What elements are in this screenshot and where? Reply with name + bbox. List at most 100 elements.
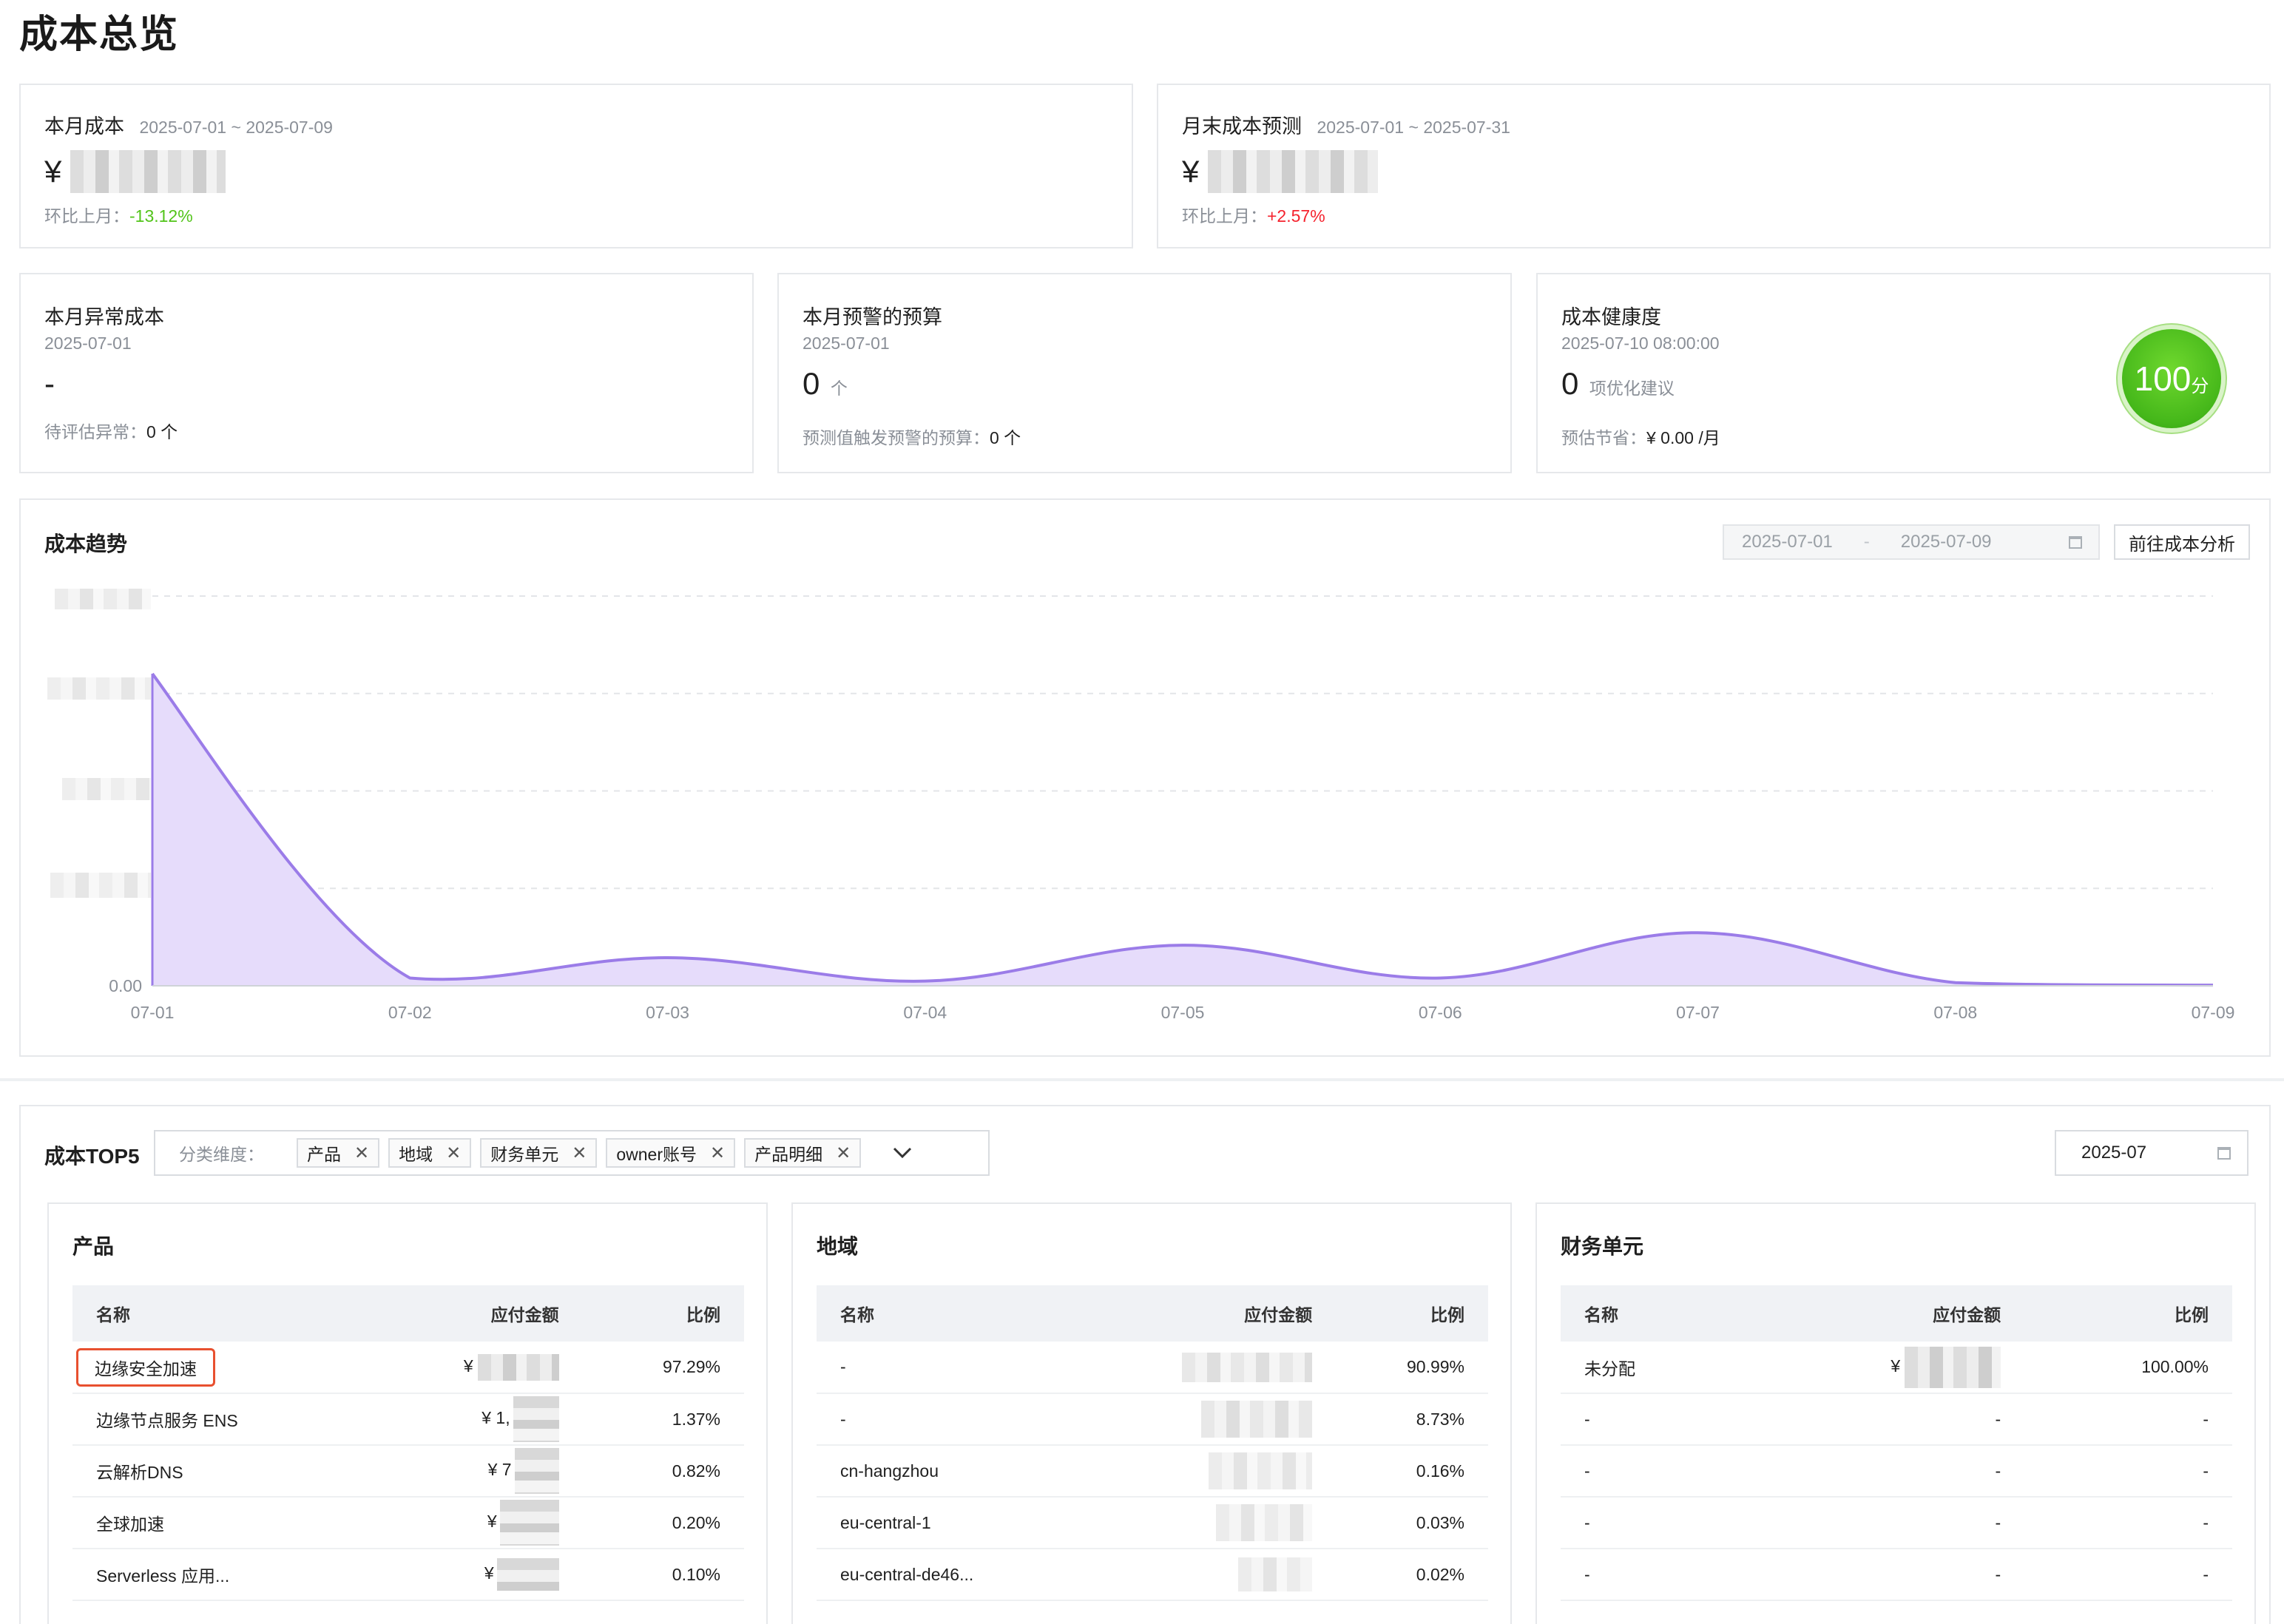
filter-tag-product[interactable]: 产品 ✕ <box>297 1138 380 1168</box>
table-row[interactable]: 边缘节点服务 ENS ¥ 1, 1.37% <box>72 1393 744 1446</box>
month-cost-redacted <box>70 150 226 193</box>
month-picker[interactable]: 2025-07 <box>2055 1130 2248 1176</box>
month-cost-currency: ¥ <box>44 154 62 189</box>
chevron-down-icon[interactable] <box>892 1146 913 1160</box>
table-row[interactable]: - - - <box>1561 1549 2232 1601</box>
amount-redacted <box>1209 1452 1313 1489</box>
x-tick-label: 07-03 <box>646 1003 689 1022</box>
health-title: 成本健康度 <box>1561 306 1661 328</box>
col-header-name: 名称 <box>72 1285 364 1342</box>
table-row[interactable]: - 8.73% <box>817 1393 1488 1446</box>
close-icon[interactable]: ✕ <box>572 1143 587 1164</box>
col-header-amount: 应付金额 <box>1078 1285 1337 1342</box>
region-name: - <box>817 1393 1079 1446</box>
budget-card: 本月预警的预算 2025-07-01 0 个 预测值触发预警的预算：0 个 <box>777 273 1512 473</box>
region-table: 名称 应付金额 比例 - 90.99% - 8.73% cn-hangzhou … <box>817 1285 1488 1601</box>
close-icon[interactable]: ✕ <box>446 1143 461 1164</box>
budget-unit: 个 <box>830 379 848 398</box>
table-row[interactable]: - - - <box>1561 1445 2232 1498</box>
ratio-cell: - <box>2024 1393 2232 1446</box>
trend-chart: 0.00 07-01 07-02 07-03 07-04 07-05 07-06 07-07 0… <box>109 595 2235 1022</box>
x-tick-label: 07-07 <box>1676 1003 1720 1022</box>
product-table: 名称 应付金额 比例 边缘安全加速 ¥ 97.29% 边缘节点服务 ENS ¥ … <box>72 1285 744 1601</box>
product-name: Serverless 应用... <box>72 1549 364 1601</box>
region-name: eu-central-1 <box>817 1497 1079 1549</box>
table-row[interactable]: 边缘安全加速 ¥ 97.29% <box>72 1342 744 1394</box>
anomaly-date: 2025-07-01 <box>44 334 132 353</box>
filter-tag-finance-unit[interactable]: 财务单元 ✕ <box>480 1138 598 1168</box>
finance-unit-table: 名称 应付金额 比例 未分配 ¥ 100.00% - - - - - - - - <box>1561 1285 2232 1601</box>
close-icon[interactable]: ✕ <box>710 1143 725 1164</box>
health-datetime: 2025-07-10 08:00:00 <box>1561 334 1720 353</box>
forecast-title: 月末成本预测 <box>1182 115 1302 138</box>
region-name: cn-hangzhou <box>817 1445 1079 1498</box>
month-cost-card: 本月成本 2025-07-01 ~ 2025-07-09 ¥ 环比上月：-13.… <box>19 84 1133 248</box>
x-tick-label: 07-01 <box>131 1003 175 1022</box>
amount-cell: - <box>1739 1497 2025 1549</box>
table-row[interactable]: - - - <box>1561 1393 2232 1446</box>
ratio-cell: 0.82% <box>582 1445 744 1498</box>
ratio-cell: 100.00% <box>2024 1342 2232 1394</box>
category-filter[interactable]: 分类维度： 产品 ✕ 地域 ✕ 财务单元 ✕ owner账号 ✕ 产品明细 ✕ <box>154 1130 990 1176</box>
close-icon[interactable]: ✕ <box>354 1143 369 1164</box>
filter-tag-product-detail[interactable]: 产品明细 ✕ <box>744 1138 862 1168</box>
amount-redacted <box>499 1500 559 1546</box>
table-row[interactable]: Serverless 应用... ¥ 0.10% <box>72 1549 744 1601</box>
finance-unit-name: - <box>1561 1549 1740 1601</box>
ratio-cell: 1.37% <box>582 1393 744 1446</box>
trend-area-fill <box>152 674 2213 986</box>
health-score-unit: 分 <box>2191 376 2209 396</box>
x-tick-label: 07-09 <box>2192 1003 2235 1022</box>
x-tick-label: 07-05 <box>1161 1003 1205 1022</box>
month-cost-mom-value: -13.12% <box>129 206 193 226</box>
ratio-cell: 97.29% <box>582 1342 744 1394</box>
filter-tag-owner[interactable]: owner账号 ✕ <box>606 1138 736 1168</box>
filter-tag-region[interactable]: 地域 ✕ <box>388 1138 472 1168</box>
table-row[interactable]: 未分配 ¥ 100.00% <box>1561 1342 2232 1394</box>
top5-title: 成本TOP5 <box>44 1145 140 1168</box>
product-table-title: 产品 <box>72 1235 115 1258</box>
ratio-cell: 0.03% <box>1336 1497 1488 1549</box>
budget-date: 2025-07-01 <box>803 334 890 353</box>
health-score-badge[interactable]: 100 分 <box>2122 329 2221 428</box>
budget-forecast-label: 预测值触发预警的预算： <box>803 428 990 447</box>
x-tick-label: 07-06 <box>1419 1003 1462 1022</box>
forecast-currency: ¥ <box>1182 154 1200 189</box>
ratio-cell: 0.16% <box>1336 1445 1488 1498</box>
filter-tag-label: 产品明细 <box>754 1145 823 1164</box>
amount-redacted <box>1201 1401 1313 1438</box>
table-row[interactable]: - - - <box>1561 1497 2232 1549</box>
x-tick-label: 07-08 <box>1933 1003 1977 1022</box>
amount-currency: ¥ <box>463 1356 473 1376</box>
health-score: 100 <box>2134 359 2192 398</box>
amount-redacted <box>1182 1352 1313 1382</box>
table-row[interactable]: 全球加速 ¥ 0.20% <box>72 1497 744 1549</box>
anomaly-pending-value: 0 个 <box>146 422 178 441</box>
top5-finance-unit-card: 财务单元 名称 应付金额 比例 未分配 ¥ 100.00% - - - - - … <box>1535 1202 2256 1624</box>
top5-product-card: 产品 名称 应付金额 比例 边缘安全加速 ¥ 97.29% 边缘节点服务 ENS… <box>47 1202 768 1624</box>
table-row[interactable]: cn-hangzhou 0.16% <box>817 1445 1488 1498</box>
page-title: 成本总览 <box>19 13 180 56</box>
filter-tag-label: 地域 <box>399 1145 433 1164</box>
forecast-mom-value: +2.57% <box>1267 206 1325 226</box>
amount-redacted <box>477 1353 559 1381</box>
month-cost-title: 本月成本 <box>44 115 124 138</box>
table-row[interactable]: eu-central-1 0.03% <box>817 1497 1488 1549</box>
ratio-cell: - <box>2024 1549 2232 1601</box>
amount-currency: ¥ <box>487 1512 497 1532</box>
filter-tag-label: owner账号 <box>616 1145 697 1164</box>
finance-unit-name: - <box>1561 1445 1740 1498</box>
y-tick-label: 0.00 <box>109 976 142 995</box>
close-icon[interactable]: ✕ <box>836 1143 851 1164</box>
table-row[interactable]: eu-central-de46... 0.02% <box>817 1549 1488 1601</box>
product-name: 云解析DNS <box>72 1445 364 1498</box>
amount-currency: ¥ 7 <box>487 1460 512 1480</box>
table-row[interactable]: 云解析DNS ¥ 7 0.82% <box>72 1445 744 1498</box>
trend-series-line[interactable] <box>151 672 2214 987</box>
table-row[interactable]: - 90.99% <box>817 1342 1488 1394</box>
amount-cell: - <box>1739 1393 2025 1446</box>
month-cost-range: 2025-07-01 ~ 2025-07-09 <box>139 118 333 137</box>
ratio-cell: 8.73% <box>1336 1393 1488 1446</box>
health-value: 0 <box>1561 366 1579 401</box>
product-name-highlighted[interactable]: 边缘安全加速 <box>76 1347 215 1387</box>
